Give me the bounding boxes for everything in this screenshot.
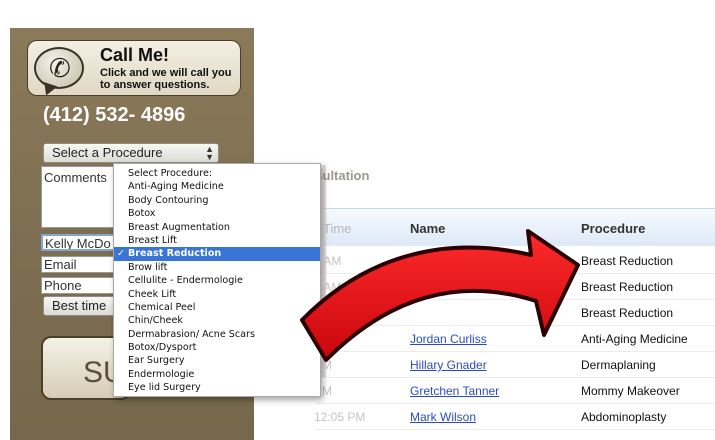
row-procedure: Dermaplaning [581,358,656,372]
procedure-select[interactable]: Select a Procedure ▲ ▼ [43,143,219,163]
checkmark-icon: ✓ [117,248,126,260]
row-procedure: Breast Reduction [581,280,674,294]
procedure-dropdown-list[interactable]: Select Procedure: Anti-Aging Medicine Body… [113,163,321,397]
header-procedure[interactable]: Procedure [581,221,645,236]
procedure-select-value: Select a Procedure [52,145,163,160]
dropdown-option-label: Botox [128,208,156,220]
email-placeholder: Email [44,257,77,272]
dropdown-option-label: Ear Surgery [128,355,185,367]
red-arrow-icon [300,229,580,362]
dropdown-option[interactable]: Ear Surgery [114,354,320,367]
dropdown-option-label: Botox/Dysport [128,342,197,354]
dropdown-option[interactable]: Select Procedure: [114,167,320,180]
dropdown-option-label: Eye lid Surgery [128,382,201,394]
dropdown-option-label: Anti-Aging Medicine [128,181,224,193]
dropdown-option[interactable]: Body Contouring [114,194,320,207]
call-me-button[interactable]: ✆ Call Me! Click and we will call you to… [27,40,241,96]
dropdown-option[interactable]: Brow lift [114,261,320,274]
name-field[interactable]: Kelly McDo [41,234,117,251]
dropdown-option[interactable]: Anti-Aging Medicine [114,180,320,193]
dropdown-option[interactable]: Dermabrasion/ Acne Scars [114,328,320,341]
call-me-subtitle: Click and we will call you to answer que… [100,67,232,91]
dropdown-option[interactable]: Chin/Cheek [114,314,320,327]
dropdown-option-label: Endermologie [128,368,195,380]
name-field-value: Kelly McDo [45,236,111,251]
phone-field[interactable]: Phone [41,277,117,294]
dropdown-option-label: Chemical Peel [128,301,196,313]
row-procedure: Breast Reduction [581,306,674,320]
dropdown-option[interactable]: Breast Augmentation [114,221,320,234]
dropdown-option-label: Cellulite - Endermologie [128,275,243,287]
dropdown-option-label: Select Procedure: [128,168,213,179]
dropdown-option[interactable]: Eye lid Surgery [114,381,320,394]
dropdown-option-label: Breast Reduction [128,248,222,260]
phone-placeholder: Phone [44,278,82,293]
phone-number[interactable]: (412) 532- 4896 [43,104,185,127]
email-field[interactable]: Email [41,256,117,273]
speech-bubble-icon: ✆ [34,47,84,89]
dropdown-option-label: Body Contouring [128,194,209,206]
best-time-select[interactable]: Best time [43,296,119,316]
dropdown-option-label: Cheek Lift [128,288,177,300]
dropdown-option[interactable]: Breast Lift [114,234,320,247]
dropdown-option-label: Brow lift [128,261,168,273]
phone-icon: ✆ [49,54,71,84]
dropdown-option-label: Chin/Cheek [128,315,183,327]
dropdown-option[interactable]: Chemical Peel [114,301,320,314]
dropdown-option-label: Breast Augmentation [128,221,230,233]
select-arrows-icon: ▲ ▼ [205,144,214,162]
dropdown-option[interactable]: Cellulite - Endermologie [114,274,320,287]
dropdown-option[interactable]: Endermologie [114,368,320,381]
dropdown-option-label: Dermabrasion/ Acne Scars [128,328,255,340]
row-procedure: Abdominoplasty [581,410,667,424]
screenshot-stage: t Time Name Procedure 5 AMKelly Mcdonald… [0,0,715,440]
dropdown-option[interactable]: Cheek Lift [114,288,320,301]
best-time-value: Best time [52,298,107,313]
call-me-title: Call Me! [100,45,170,65]
comments-placeholder: Comments [44,170,107,185]
row-procedure: Mommy Makeover [581,384,680,398]
dropdown-option[interactable]: ✓ Breast Reduction [114,247,320,261]
dropdown-option[interactable]: Botox/Dysport [114,341,320,354]
row-procedure: Anti-Aging Medicine [581,332,688,346]
dropdown-option-label: Breast Lift [128,234,177,246]
dropdown-option[interactable]: Botox [114,207,320,220]
row-procedure: Breast Reduction [581,254,674,268]
